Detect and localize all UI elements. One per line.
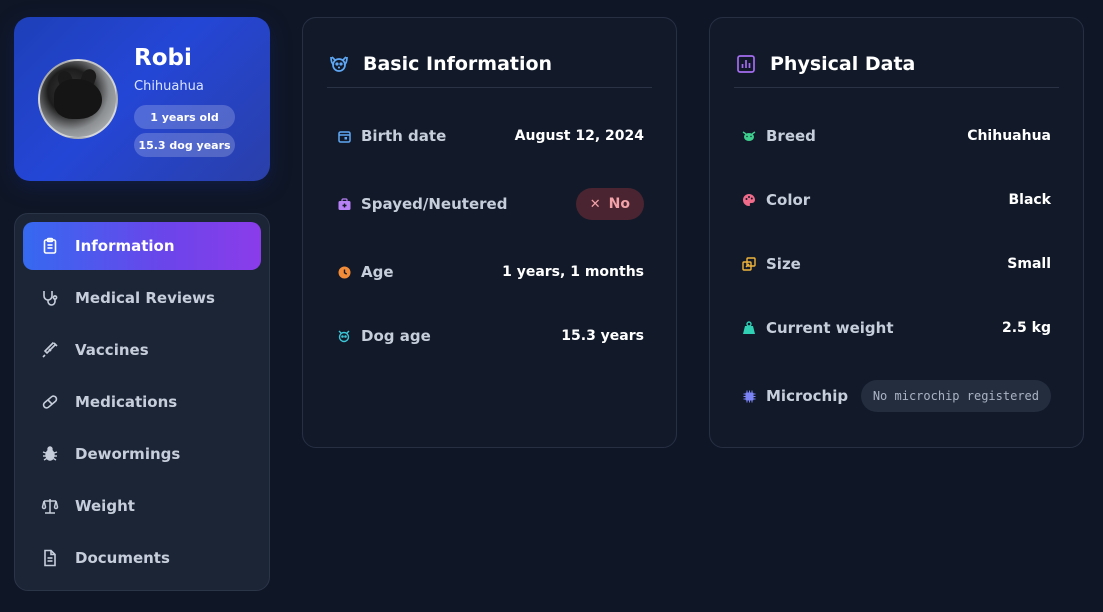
nav-item-medications[interactable]: Medications: [23, 378, 261, 426]
row-label: Spayed/Neutered: [361, 195, 508, 213]
dog-years-pill: 15.3 dog years: [134, 133, 235, 157]
current-weight-value: 2.5 kg: [1001, 320, 1051, 336]
age-value: 1 years, 1 months: [502, 264, 644, 280]
nav-item-label: Information: [75, 237, 175, 255]
physical-data-card: Physical Data Breed Chihuahua Color Blac…: [709, 17, 1084, 448]
size-row: Size Small: [742, 247, 1051, 281]
pill-icon: [41, 393, 59, 411]
size-value: Small: [1007, 256, 1051, 272]
dog-age-value: 15.3 years: [561, 328, 644, 344]
chart-icon: [734, 52, 758, 76]
color-row: Color Black: [742, 183, 1051, 217]
pet-profile-card: Robi Chihuahua 1 years old 15.3 dog year…: [14, 17, 270, 181]
row-label: Age: [361, 263, 394, 281]
row-label: Dog age: [361, 327, 431, 345]
spayed-status-badge: ✕ No: [575, 188, 644, 220]
stethoscope-icon: [41, 289, 59, 307]
nav-item-label: Medical Reviews: [75, 289, 215, 307]
pet-avatar: [38, 59, 118, 139]
spayed-neutered-row: Spayed/Neutered ✕ No: [337, 187, 644, 221]
syringe-icon: [41, 341, 59, 359]
breed-value: Chihuahua: [967, 128, 1051, 144]
palette-icon: [742, 193, 756, 207]
dog-icon: [327, 52, 351, 76]
breed-row: Breed Chihuahua: [742, 119, 1051, 153]
dog-face-icon: [742, 129, 756, 143]
clock-icon: [337, 265, 351, 279]
nav-item-documents[interactable]: Documents: [23, 534, 261, 582]
sidebar-nav: Information Medical Reviews Vaccines Med…: [14, 213, 270, 591]
nav-item-label: Dewormings: [75, 445, 181, 463]
birth-date-value: August 12, 2024: [514, 128, 644, 144]
card-header: Basic Information: [327, 40, 652, 88]
row-label: Current weight: [766, 319, 894, 337]
color-value: Black: [1008, 192, 1051, 208]
pet-name: Robi: [134, 45, 192, 71]
document-icon: [41, 549, 59, 567]
current-weight-row: Current weight 2.5 kg: [742, 311, 1051, 345]
card-header: Physical Data: [734, 40, 1059, 88]
row-label: Color: [766, 191, 811, 209]
nav-item-label: Medications: [75, 393, 178, 411]
card-title: Basic Information: [363, 52, 553, 75]
birth-date-row: Birth date August 12, 2024: [337, 119, 644, 153]
medkit-icon: [337, 197, 351, 211]
microchip-row: Microchip No microchip registered: [742, 379, 1051, 413]
dog-age-row: Dog age 15.3 years: [337, 319, 644, 353]
bug-icon: [41, 445, 59, 463]
scale-icon: [41, 497, 59, 515]
nav-item-label: Weight: [75, 497, 135, 515]
resize-icon: [742, 257, 756, 271]
chip-icon: [742, 389, 756, 403]
age-pill: 1 years old: [134, 105, 235, 129]
spayed-status-value: No: [608, 196, 630, 212]
nav-item-medical-reviews[interactable]: Medical Reviews: [23, 274, 261, 322]
row-label: Birth date: [361, 127, 447, 145]
microchip-value: No microchip registered: [860, 380, 1051, 412]
row-label: Breed: [766, 127, 816, 145]
weight-icon: [742, 321, 756, 335]
clipboard-icon: [41, 237, 59, 255]
card-title: Physical Data: [770, 52, 916, 75]
nav-item-label: Vaccines: [75, 341, 149, 359]
nav-item-weight[interactable]: Weight: [23, 482, 261, 530]
calendar-icon: [337, 129, 351, 143]
pet-profile-page: Robi Chihuahua 1 years old 15.3 dog year…: [0, 0, 1103, 612]
nav-item-vaccines[interactable]: Vaccines: [23, 326, 261, 374]
nav-item-dewormings[interactable]: Dewormings: [23, 430, 261, 478]
nav-item-information[interactable]: Information: [23, 222, 261, 270]
nav-item-label: Documents: [75, 549, 170, 567]
age-row: Age 1 years, 1 months: [337, 255, 644, 289]
row-label: Microchip: [766, 387, 849, 405]
close-icon: ✕: [589, 196, 601, 212]
basic-information-card: Basic Information Birth date August 12, …: [302, 17, 677, 448]
pet-breed: Chihuahua: [134, 79, 204, 94]
dog-face-icon: [337, 329, 351, 343]
row-label: Size: [766, 255, 801, 273]
